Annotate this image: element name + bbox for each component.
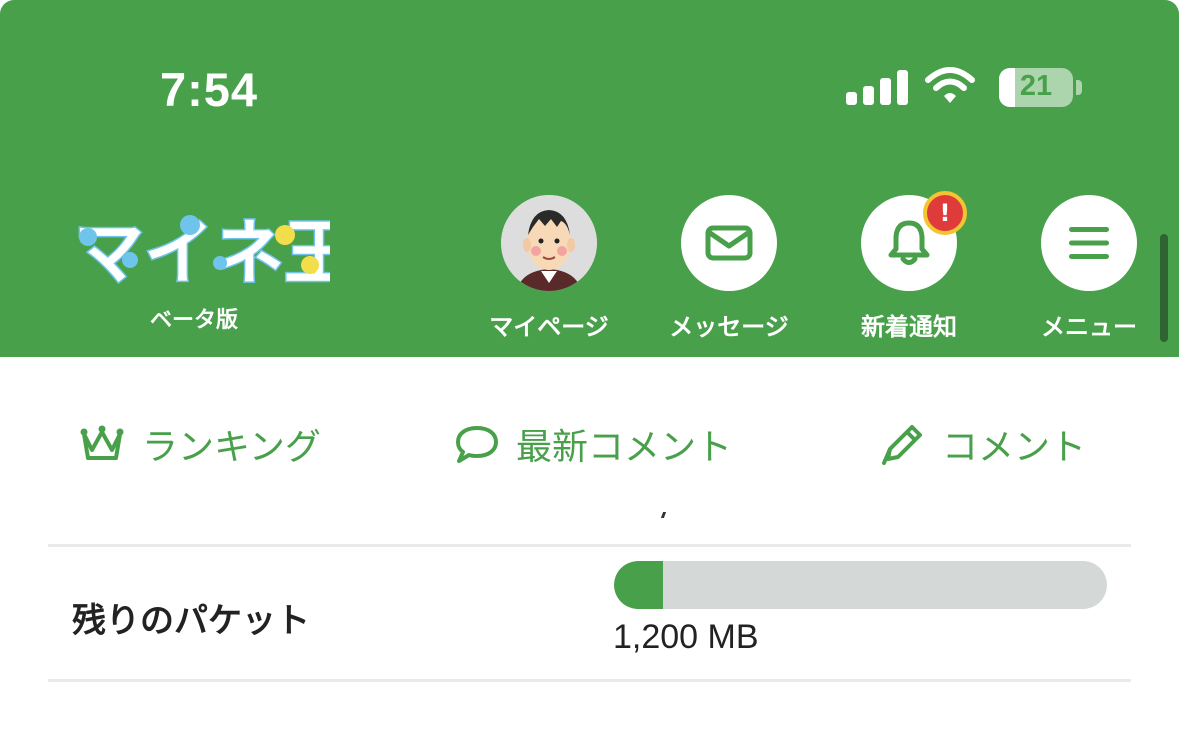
packet-label: 残りのパケット: [72, 601, 310, 641]
tab-bar: ランキング 最新コメント コメント: [0, 358, 1179, 498]
menu-label: メニュー: [1041, 313, 1137, 341]
battery-cap: [1076, 80, 1082, 95]
avatar[interactable]: [501, 195, 597, 291]
packet-value: 1,200 MB: [613, 618, 759, 656]
packet-progress-bar: [614, 561, 1107, 609]
notifications-button[interactable]: ! 新着通知: [849, 191, 969, 342]
tab-latest-comments[interactable]: 最新コメント: [454, 418, 732, 470]
speech-bubble-icon: [456, 426, 498, 463]
scrollbar[interactable]: [1160, 234, 1168, 342]
battery-icon: 21: [999, 68, 1073, 107]
hamburger-icon: [1069, 227, 1109, 259]
crown-icon: [80, 425, 124, 460]
tab-ranking[interactable]: ランキング: [78, 418, 321, 470]
menu-circle[interactable]: [1041, 195, 1137, 291]
tab-comment[interactable]: コメント: [880, 418, 1086, 470]
messages-label: メッセージ: [669, 313, 789, 341]
battery-percent: 21: [1019, 70, 1053, 102]
divider-top: [48, 544, 1131, 547]
logo-text: マイネ王: [74, 212, 330, 294]
tab-ranking-label: ランキング: [142, 427, 321, 468]
messages-circle[interactable]: [681, 195, 777, 291]
mypage-button[interactable]: マイページ: [489, 195, 609, 342]
logo-subtitle: ベータ版: [150, 308, 239, 333]
avatar-icon: [501, 195, 597, 291]
separator-mark: [660, 512, 667, 518]
notifications-circle[interactable]: !: [861, 191, 967, 291]
app-header: 7:54 21 マイネ王 ベータ版 マイページ メッセージ ! 新着通知 メニュ…: [0, 0, 1179, 357]
tab-comment-label: コメント: [942, 427, 1087, 468]
envelope-icon: [705, 225, 753, 261]
site-logo[interactable]: マイネ王: [70, 205, 331, 296]
divider-bottom: [48, 679, 1131, 682]
messages-button[interactable]: メッセージ: [669, 195, 789, 342]
cellular-signal-icon: [846, 70, 908, 105]
bell-icon: [888, 220, 930, 265]
mypage-label: マイページ: [489, 313, 609, 341]
pencil-icon: [882, 425, 922, 465]
notifications-label: 新着通知: [861, 313, 957, 341]
notification-badge: !: [923, 191, 967, 235]
tab-latest-comments-label: 最新コメント: [516, 427, 733, 468]
status-time: 7:54: [160, 63, 259, 116]
menu-button[interactable]: メニュー: [1029, 195, 1149, 342]
packet-progress-fill: [614, 561, 664, 609]
wifi-icon: [925, 67, 975, 103]
